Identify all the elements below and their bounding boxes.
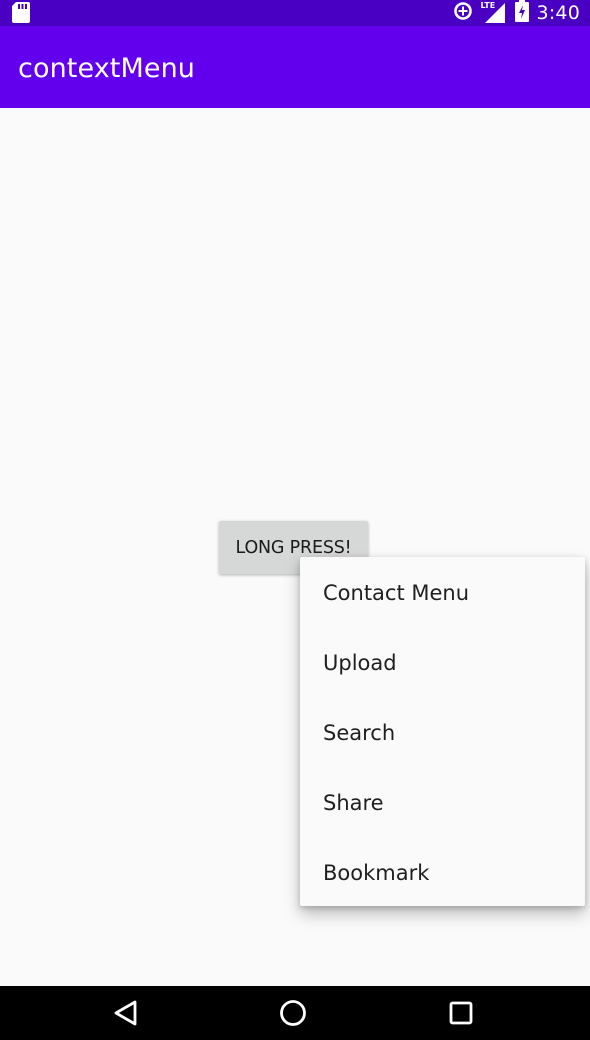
network-type-label: LTE — [480, 1, 496, 10]
app-title: contextMenu — [18, 53, 195, 84]
context-menu: Contact Menu Upload Search Share Bookmar… — [300, 557, 585, 906]
back-icon[interactable] — [108, 986, 142, 1040]
battery-charging-icon — [514, 0, 529, 27]
signal-icon: LTE — [481, 1, 507, 25]
data-saver-icon — [453, 1, 473, 26]
menu-item-search[interactable]: Search — [300, 698, 585, 768]
menu-item-upload[interactable]: Upload — [300, 628, 585, 698]
menu-item-contact-menu[interactable]: Contact Menu — [300, 558, 585, 628]
status-bar: LTE 3:40 — [0, 0, 590, 26]
sd-card-icon — [12, 2, 30, 24]
home-icon[interactable] — [277, 986, 309, 1040]
menu-item-bookmark[interactable]: Bookmark — [300, 838, 585, 908]
app-bar: contextMenu — [0, 26, 590, 108]
navigation-bar — [0, 986, 590, 1040]
recents-icon[interactable] — [446, 986, 476, 1040]
menu-item-share[interactable]: Share — [300, 768, 585, 838]
status-time: 3:40 — [536, 2, 580, 24]
